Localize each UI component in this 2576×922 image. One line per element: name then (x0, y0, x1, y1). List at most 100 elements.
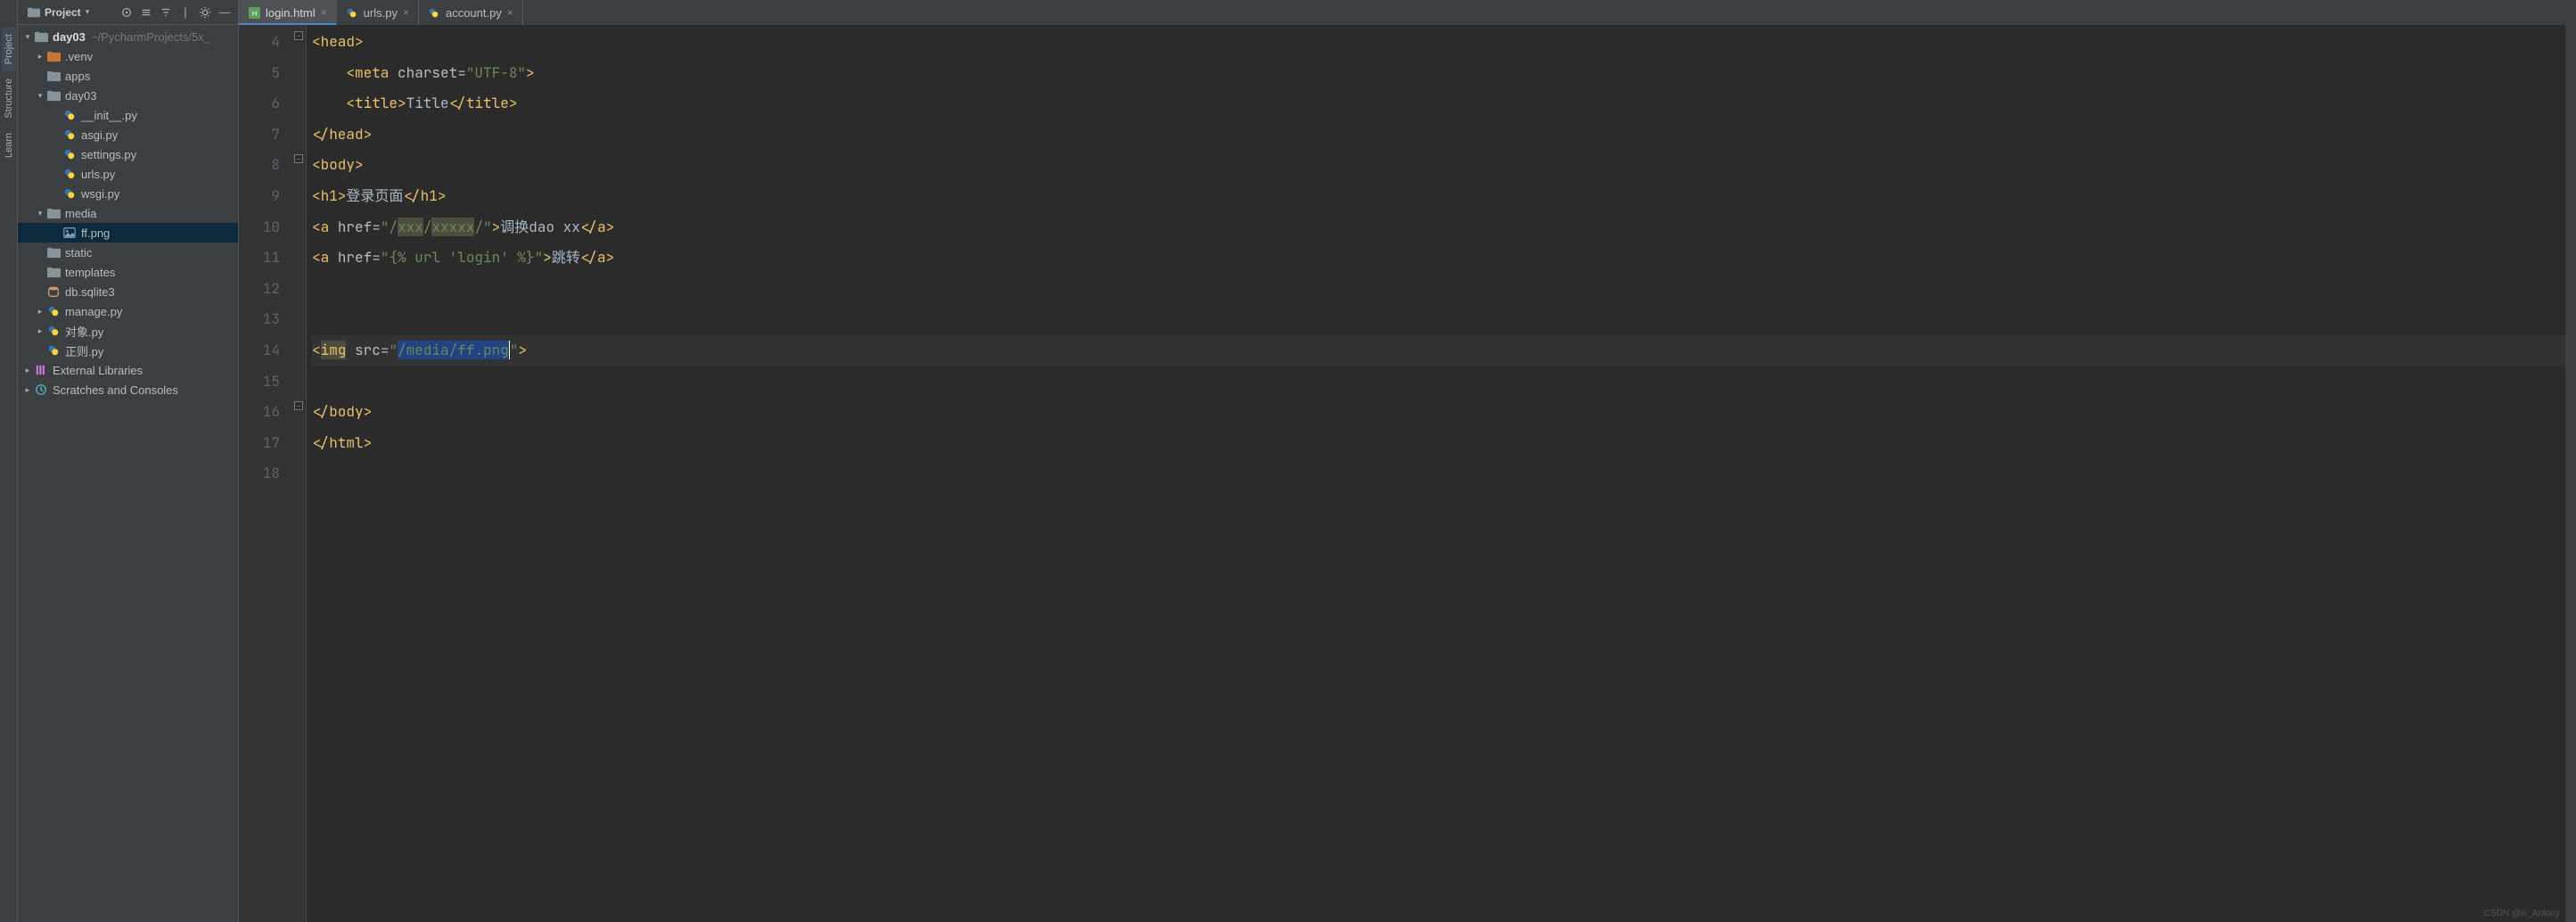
line-number[interactable]: 9 (239, 181, 280, 212)
fold-marker-icon[interactable]: − (294, 401, 303, 410)
code-line (312, 366, 2565, 398)
tree-external-libraries[interactable]: ▸ External Libraries (18, 360, 238, 380)
tree-item-static[interactable]: static (18, 243, 238, 262)
fold-column[interactable]: − − − (292, 25, 307, 922)
line-number[interactable]: 13 (239, 304, 280, 335)
tree-scratches[interactable]: ▸Scratches and Consoles (18, 380, 238, 399)
code-line: <a href="/xxx/xxxxx/">调换dao xx</a> (312, 212, 2565, 243)
python-file-icon (62, 108, 77, 122)
close-icon[interactable]: × (321, 6, 327, 19)
python-file-icon (62, 186, 77, 201)
tab-label: login.html (266, 6, 316, 20)
line-number[interactable]: 10 (239, 212, 280, 243)
line-number[interactable]: 14 (239, 335, 280, 366)
project-panel: Project ▾ | — ▾ day03 ~/PycharmProjects/… (18, 0, 239, 922)
tree-item-duixiang[interactable]: ▸对象.py (18, 321, 238, 341)
line-number[interactable]: 17 (239, 428, 280, 459)
library-icon (34, 363, 48, 377)
tree-item-ffpng[interactable]: ff.png (18, 223, 238, 243)
code-line (312, 274, 2565, 305)
watermark: CSDN @is_Antony (2484, 909, 2560, 918)
line-number[interactable]: 7 (239, 119, 280, 151)
project-view-label: Project (45, 6, 81, 19)
line-number[interactable]: 8 (239, 150, 280, 181)
gear-icon[interactable] (197, 4, 213, 21)
chevron-down-icon: ▾ (34, 91, 46, 101)
tree-label: External Libraries (53, 364, 143, 377)
tree-label: apps (65, 70, 90, 83)
tab-label: urls.py (364, 6, 398, 20)
code-line: </html> (312, 428, 2565, 459)
tree-item-wsgi[interactable]: wsgi.py (18, 184, 238, 203)
fold-marker-icon[interactable]: − (294, 31, 303, 40)
line-number-gutter[interactable]: 456789101112131415161718 (239, 25, 292, 922)
project-tree[interactable]: ▾ day03 ~/PycharmProjects/5x_ ▸.venv app… (18, 25, 238, 922)
tree-path: ~/PycharmProjects/5x_ (91, 30, 210, 44)
tree-item-settings[interactable]: settings.py (18, 144, 238, 164)
chevron-right-icon: ▸ (21, 385, 34, 395)
rail-tab-learn[interactable]: Learn (2, 126, 16, 165)
code-line (312, 458, 2565, 490)
chevron-right-icon: ▸ (34, 326, 46, 336)
close-icon[interactable]: × (403, 6, 409, 19)
tree-item-venv[interactable]: ▸.venv (18, 46, 238, 66)
tree-label: wsgi.py (81, 187, 119, 201)
scratch-icon (34, 383, 48, 397)
line-number[interactable]: 4 (239, 27, 280, 58)
close-icon[interactable]: × (507, 6, 513, 19)
editor-scrollbar[interactable] (2565, 25, 2576, 922)
code-editor[interactable]: <head> <meta charset="UTF-8"> <title>Tit… (307, 25, 2565, 922)
tree-label: day03 (53, 30, 86, 44)
tab-urls-py[interactable]: urls.py × (337, 0, 419, 25)
tree-item-apps[interactable]: apps (18, 66, 238, 86)
tree-project-root[interactable]: ▾ day03 ~/PycharmProjects/5x_ (18, 27, 238, 46)
tree-item-asgi[interactable]: asgi.py (18, 125, 238, 144)
tree-item-init[interactable]: __init__.py (18, 105, 238, 125)
expand-all-icon[interactable] (138, 4, 154, 21)
tree-item-manage[interactable]: ▸manage.py (18, 301, 238, 321)
tree-item-db[interactable]: db.sqlite3 (18, 282, 238, 301)
rail-tab-structure[interactable]: Structure (2, 71, 16, 126)
svg-text:H: H (251, 9, 256, 17)
tab-login-html[interactable]: H login.html × (239, 0, 337, 25)
folder-icon (46, 88, 61, 103)
tab-account-py[interactable]: account.py × (419, 0, 523, 25)
rail-tab-project[interactable]: Project (2, 27, 16, 71)
tree-label: day03 (65, 89, 96, 103)
line-number[interactable]: 5 (239, 58, 280, 89)
tree-item-templates[interactable]: templates (18, 262, 238, 282)
chevron-down-icon: ▾ (86, 7, 90, 17)
chevron-down-icon: ▾ (34, 209, 46, 218)
tree-item-urls[interactable]: urls.py (18, 164, 238, 184)
fold-marker-icon[interactable]: − (294, 154, 303, 163)
code-line: <body> (312, 150, 2565, 181)
line-number[interactable]: 15 (239, 366, 280, 398)
tree-item-media[interactable]: ▾media (18, 203, 238, 223)
hide-icon[interactable]: — (217, 4, 233, 21)
code-line: </body> (312, 397, 2565, 428)
vertical-divider: | (177, 4, 193, 21)
chevron-right-icon: ▸ (34, 307, 46, 317)
tree-item-zhengze[interactable]: 正则.py (18, 341, 238, 360)
tree-label: static (65, 246, 92, 259)
folder-icon (46, 245, 61, 259)
folder-icon (46, 265, 61, 279)
project-view-combo[interactable]: Project ▾ (23, 4, 94, 21)
line-number[interactable]: 12 (239, 274, 280, 305)
folder-icon (46, 49, 61, 63)
tree-item-day03[interactable]: ▾ day03 (18, 86, 238, 105)
python-file-icon (346, 6, 358, 19)
code-line: <a href="{% url 'login' %}">跳转</a> (312, 243, 2565, 274)
line-number[interactable]: 11 (239, 243, 280, 274)
code-line: <h1>登录页面</h1> (312, 181, 2565, 212)
line-number[interactable]: 16 (239, 397, 280, 428)
editor-body[interactable]: 456789101112131415161718 − − − <head> <m… (239, 25, 2576, 922)
line-number[interactable]: 6 (239, 88, 280, 119)
editor-area: H login.html × urls.py × account.py × 45… (239, 0, 2576, 922)
code-line: <title>Title</title> (312, 88, 2565, 119)
folder-icon (46, 69, 61, 83)
line-number[interactable]: 18 (239, 458, 280, 490)
locate-icon[interactable] (119, 4, 135, 21)
collapse-all-icon[interactable] (158, 4, 174, 21)
chevron-right-icon: ▸ (21, 366, 34, 375)
